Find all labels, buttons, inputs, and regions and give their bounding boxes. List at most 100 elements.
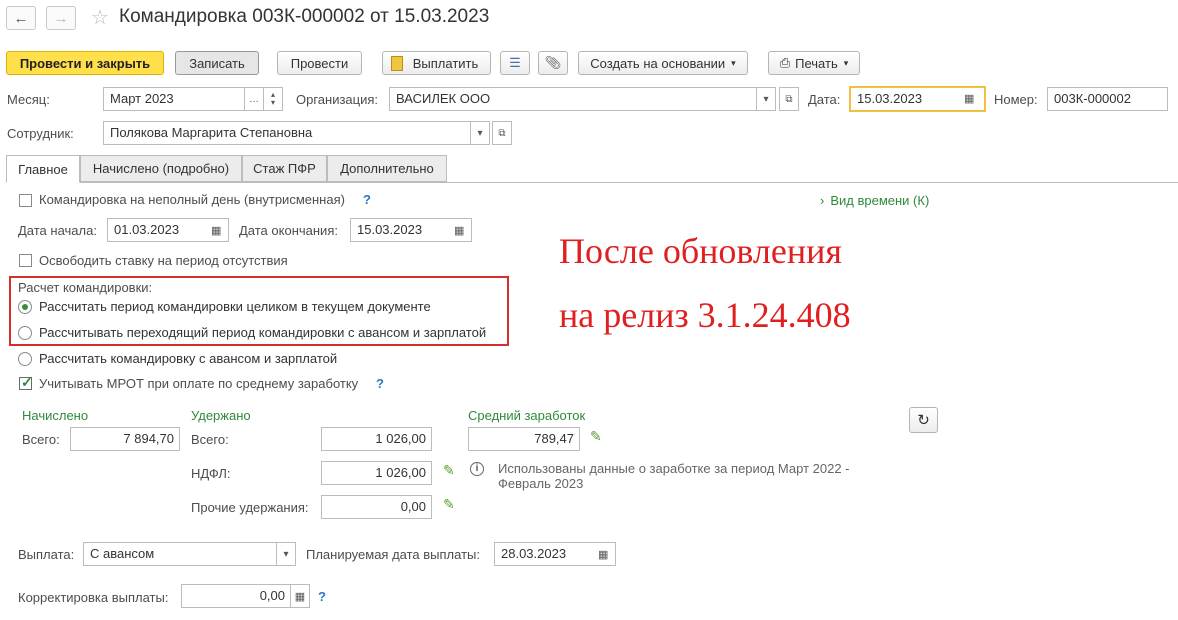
create-based-button[interactable]: Создать на основании ▾	[578, 51, 748, 75]
list-button[interactable]: ☰	[500, 51, 530, 75]
calc-option-1-radio[interactable]	[18, 300, 32, 314]
organization-dropdown[interactable]: ▾	[756, 87, 776, 111]
calc-option-3-radio[interactable]	[18, 352, 32, 366]
tab-main[interactable]: Главное	[6, 155, 80, 183]
pay-label: Выплатить	[412, 55, 479, 71]
calendar-icon[interactable]: ▦	[454, 224, 464, 237]
pencil-icon[interactable]: ✎	[443, 462, 455, 479]
time-type-label: Вид времени (К)	[830, 193, 930, 208]
info-text-line-2: Февраль 2023	[498, 476, 584, 491]
attach-button[interactable]: 📎︎	[538, 51, 568, 75]
stepper-icon: ▴ ▾	[270, 90, 275, 107]
ellipsis-icon: …	[249, 93, 259, 105]
recalculate-button[interactable]: ↻	[909, 407, 938, 433]
accrued-total-field[interactable]: 7 894,70	[70, 427, 180, 451]
free-rate-checkbox[interactable]	[19, 254, 32, 267]
print-button[interactable]: ⎙ Печать ▾	[768, 51, 860, 75]
calculator-button[interactable]: ▦	[290, 584, 310, 608]
calendar-icon[interactable]: ▦	[211, 224, 221, 237]
partial-day-checkbox[interactable]	[19, 194, 32, 207]
calendar-icon[interactable]: ▦	[598, 548, 608, 561]
calendar-icon[interactable]: ▦	[964, 92, 974, 105]
printer-icon: ⎙	[779, 55, 791, 70]
open-icon: ⧉	[785, 93, 793, 105]
organization-label: Организация:	[296, 92, 379, 107]
create-based-label: Создать на основании	[590, 55, 726, 71]
pay-icon	[391, 56, 403, 71]
refresh-icon: ↻	[917, 412, 930, 429]
tab-divider	[6, 182, 1178, 183]
annotation-line-1: После обновления	[559, 231, 842, 271]
payout-dropdown[interactable]: ▾	[276, 542, 296, 566]
chevron-down-icon: ▾	[283, 548, 289, 560]
save-button[interactable]: Записать	[175, 51, 259, 75]
time-type-link[interactable]: › Вид времени (К)	[820, 193, 929, 208]
back-button[interactable]: ←	[6, 6, 36, 30]
window-title: Командировка 003К-000002 от 15.03.2023	[119, 6, 490, 27]
ndfl-label: НДФЛ:	[191, 466, 231, 481]
tab-additional[interactable]: Дополнительно	[327, 155, 447, 182]
pencil-icon[interactable]: ✎	[590, 428, 602, 445]
correction-label: Корректировка выплаты:	[18, 590, 169, 605]
list-icon: ☰	[509, 55, 521, 70]
end-date-label: Дата окончания:	[239, 223, 338, 238]
employee-field[interactable]: Полякова Маргарита Степановна	[103, 121, 471, 145]
partial-day-label: Командировка на неполный день (внутрисме…	[39, 192, 345, 207]
calculator-icon: ▦	[294, 590, 306, 603]
calc-option-3-label: Рассчитать командировку с авансом и зарп…	[39, 351, 338, 366]
payout-field[interactable]: С авансом	[83, 542, 278, 566]
other-withholdings-label: Прочие удержания:	[191, 500, 309, 515]
correction-field[interactable]: 0,00	[181, 584, 291, 608]
organization-open-button[interactable]: ⧉	[779, 87, 799, 111]
chevron-down-icon: ▾	[477, 127, 483, 139]
chevron-down-icon: ▾	[843, 57, 849, 68]
pay-button[interactable]: Выплатить	[382, 51, 491, 75]
month-label: Месяц:	[7, 92, 50, 107]
help-icon[interactable]: ?	[376, 376, 384, 391]
star-icon[interactable]: ☆	[91, 5, 109, 30]
free-rate-label: Освободить ставку на период отсутствия	[39, 253, 288, 268]
average-earnings-field[interactable]: 789,47	[468, 427, 580, 451]
info-text-line-1: Использованы данные о заработке за перио…	[498, 461, 850, 476]
accrued-total-label: Всего:	[22, 432, 60, 447]
organization-field[interactable]: ВАСИЛЕК ООО	[389, 87, 757, 111]
calc-option-1-label: Рассчитать период командировки целиком в…	[39, 299, 431, 314]
month-select-button[interactable]: …	[244, 87, 264, 111]
info-icon: i	[470, 462, 484, 476]
withheld-title: Удержано	[191, 408, 251, 423]
calc-option-2-label: Рассчитывать переходящий период командир…	[39, 325, 487, 340]
annotation-line-2: на релиз 3.1.24.408	[559, 295, 851, 335]
month-stepper[interactable]: ▴ ▾	[263, 87, 283, 111]
number-label: Номер:	[994, 92, 1038, 107]
open-icon: ⧉	[498, 127, 506, 139]
chevron-right-icon: ›	[820, 193, 825, 208]
post-button[interactable]: Провести	[277, 51, 362, 75]
arrow-right-icon: →	[53, 9, 69, 27]
number-field[interactable]: 003К-000002	[1047, 87, 1168, 111]
paperclip-icon: 📎︎	[544, 55, 562, 70]
average-earnings-title: Средний заработок	[468, 408, 586, 423]
tab-pfr-experience[interactable]: Стаж ПФР	[242, 155, 327, 182]
help-icon[interactable]: ?	[318, 589, 326, 604]
withheld-total-label: Всего:	[191, 432, 229, 447]
calc-title: Расчет командировки:	[18, 280, 153, 295]
checkmark-icon: ✓	[21, 374, 33, 390]
date-label: Дата:	[808, 92, 841, 107]
calc-option-2-radio[interactable]	[18, 326, 32, 340]
chevron-down-icon: ▾	[763, 93, 769, 105]
mrot-checkbox[interactable]: ✓	[19, 374, 33, 390]
forward-button[interactable]: →	[46, 6, 76, 30]
employee-dropdown[interactable]: ▾	[470, 121, 490, 145]
tab-accrued-detail[interactable]: Начислено (подробно)	[80, 155, 242, 182]
start-date-label: Дата начала:	[18, 223, 97, 238]
help-icon[interactable]: ?	[363, 192, 371, 207]
employee-open-button[interactable]: ⧉	[492, 121, 512, 145]
pencil-icon[interactable]: ✎	[443, 496, 455, 513]
month-field[interactable]: Март 2023	[103, 87, 245, 111]
post-and-close-button[interactable]: Провести и закрыть	[6, 51, 164, 75]
chevron-down-icon: ▾	[731, 57, 736, 68]
withheld-total-field[interactable]: 1 026,00	[321, 427, 432, 451]
ndfl-field[interactable]: 1 026,00	[321, 461, 432, 485]
payout-label: Выплата:	[18, 547, 75, 562]
other-withholdings-field[interactable]: 0,00	[321, 495, 432, 519]
